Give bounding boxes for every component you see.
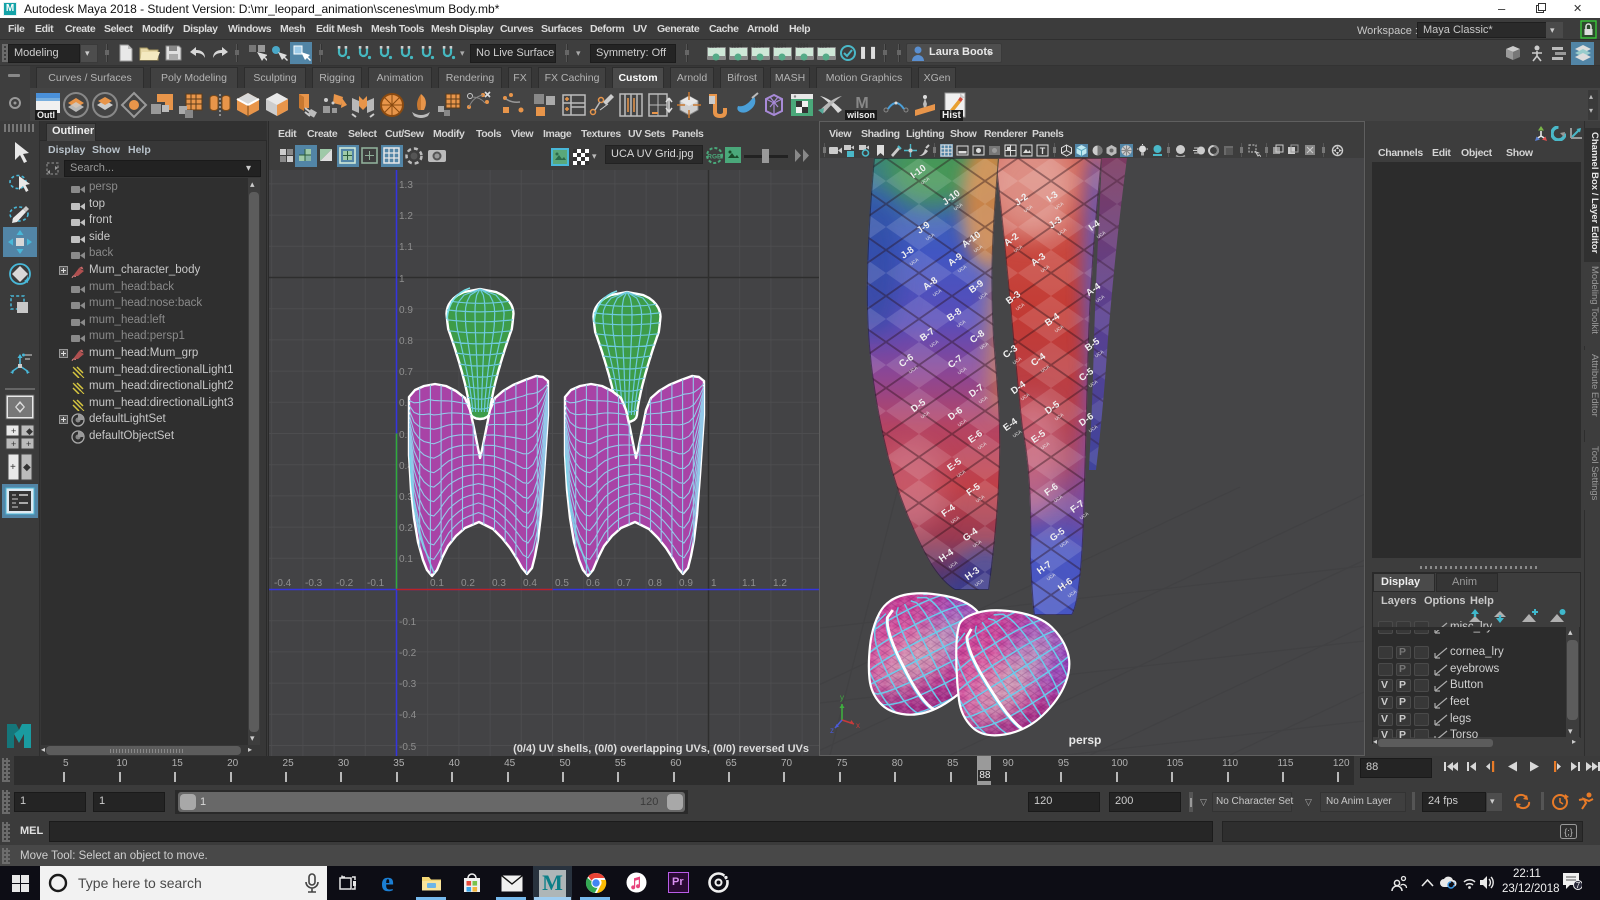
svg-text:-0.2: -0.2: [336, 578, 354, 589]
svg-text:1.2: 1.2: [399, 211, 413, 222]
svg-text:0.2: 0.2: [399, 523, 413, 534]
svg-text:0.5: 0.5: [555, 578, 569, 589]
svg-text:x: x: [856, 721, 860, 730]
svg-text:z: z: [830, 726, 834, 735]
svg-text:-0.3: -0.3: [305, 578, 323, 589]
svg-text:-0.2: -0.2: [399, 648, 417, 659]
svg-text:persp: persp: [1069, 733, 1102, 747]
svg-text:1: 1: [399, 274, 405, 285]
svg-text:1234: 1234: [819, 44, 830, 50]
svg-text:{;}: {;}: [1564, 827, 1573, 837]
svg-text:+: +: [10, 462, 16, 473]
svg-text:1234: 1234: [709, 44, 720, 50]
svg-text:+: +: [11, 439, 16, 449]
svg-text:-0.5: -0.5: [399, 742, 417, 753]
svg-text:1.2: 1.2: [773, 578, 787, 589]
svg-text:◆: ◆: [26, 426, 33, 436]
svg-text:(0/4) UV shells, (0/0) overlap: (0/4) UV shells, (0/0) overlapping UVs, …: [513, 743, 809, 755]
svg-text:0.9: 0.9: [679, 578, 693, 589]
svg-text:0.7: 0.7: [399, 367, 413, 378]
svg-text:1.1: 1.1: [742, 578, 756, 589]
svg-text:0.8: 0.8: [648, 578, 662, 589]
svg-text:◆: ◆: [23, 462, 31, 473]
svg-text:+: +: [11, 426, 16, 436]
svg-text:T: T: [1040, 146, 1046, 156]
svg-text:7: 7: [1576, 881, 1581, 890]
svg-text:0.1: 0.1: [399, 554, 413, 565]
svg-text:1234: 1234: [797, 44, 808, 50]
svg-text:1234: 1234: [775, 44, 786, 50]
svg-text:-0.4: -0.4: [274, 578, 292, 589]
svg-text:0.7: 0.7: [617, 578, 631, 589]
svg-text:0.8: 0.8: [399, 336, 413, 347]
svg-text:0.2: 0.2: [461, 578, 475, 589]
svg-text:0.6: 0.6: [586, 578, 600, 589]
svg-text:y: y: [840, 693, 844, 702]
svg-text:0.4: 0.4: [523, 578, 537, 589]
svg-text:0.3: 0.3: [492, 578, 506, 589]
svg-text:0.9: 0.9: [399, 305, 413, 316]
svg-text:1.1: 1.1: [399, 242, 413, 253]
svg-text:-0.1: -0.1: [367, 578, 385, 589]
svg-text:+: +: [26, 439, 31, 449]
svg-text:-0.3: -0.3: [399, 679, 417, 690]
svg-text:1234: 1234: [731, 44, 742, 50]
svg-text:1.3: 1.3: [399, 180, 413, 191]
svg-text:-0.1: -0.1: [399, 617, 417, 628]
svg-text:RGB: RGB: [707, 154, 722, 161]
svg-text:-0.4: -0.4: [399, 710, 417, 721]
svg-text:0.1: 0.1: [430, 578, 444, 589]
svg-text:1234: 1234: [753, 44, 764, 50]
svg-text:1: 1: [711, 578, 717, 589]
